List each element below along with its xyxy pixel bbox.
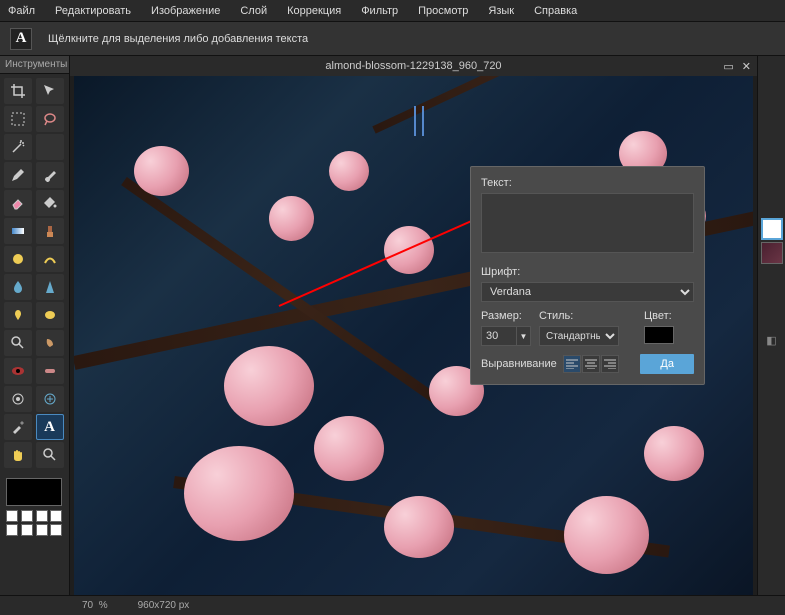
- menu-edit[interactable]: Редактировать: [55, 5, 131, 17]
- size-input[interactable]: [481, 326, 517, 346]
- ok-button[interactable]: Да: [640, 354, 694, 374]
- marquee-tool[interactable]: [4, 106, 32, 132]
- text-tool-glyph: A: [16, 30, 27, 47]
- style-field-label: Стиль:: [539, 310, 636, 322]
- size-field-label: Размер:: [481, 310, 531, 322]
- zoom-unit: %: [99, 600, 108, 611]
- foreground-color[interactable]: [6, 478, 62, 506]
- canvas-titlebar: almond-blossom-1229138_960_720 ▭ ✕: [70, 56, 757, 76]
- smudge-tool[interactable]: [4, 302, 32, 328]
- bloat-tool[interactable]: [4, 386, 32, 412]
- active-tool-indicator: A: [10, 28, 32, 50]
- move-tool[interactable]: [36, 78, 64, 104]
- menubar: Файл Редактировать Изображение Слой Корр…: [0, 0, 785, 22]
- color-field-label: Цвет:: [644, 310, 694, 322]
- pinch-tool[interactable]: [36, 386, 64, 412]
- pencil-tool[interactable]: [4, 162, 32, 188]
- layer-thumbnail-text[interactable]: [761, 218, 783, 240]
- dodge-tool[interactable]: [4, 330, 32, 356]
- burn-tool[interactable]: [36, 330, 64, 356]
- swatch-preset[interactable]: [21, 524, 33, 536]
- sharpen-tool[interactable]: [36, 274, 64, 300]
- wand-tool[interactable]: [4, 134, 32, 160]
- eraser-tool[interactable]: [4, 190, 32, 216]
- menu-layer[interactable]: Слой: [240, 5, 267, 17]
- layer-thumbnail-image[interactable]: [761, 242, 783, 264]
- image-dimensions: 960x720 px: [138, 600, 190, 611]
- close-icon[interactable]: ✕: [742, 60, 751, 73]
- lasso-tool[interactable]: [36, 106, 64, 132]
- drawing-tool[interactable]: [36, 246, 64, 272]
- text-input[interactable]: [481, 193, 694, 253]
- statusbar: 70 % 960x720 px: [0, 595, 785, 615]
- menu-file[interactable]: Файл: [8, 5, 35, 17]
- swatch-preset[interactable]: [50, 524, 62, 536]
- align-left-button[interactable]: [563, 355, 581, 373]
- text-tool[interactable]: A: [36, 414, 64, 440]
- align-field-label: Выравнивание: [481, 358, 557, 370]
- menu-filter[interactable]: Фильтр: [361, 5, 398, 17]
- menu-help[interactable]: Справка: [534, 5, 577, 17]
- main-area: Инструменты A: [0, 56, 785, 595]
- text-properties-dialog: Текст: Шрифт: Verdana Размер: ▼: [470, 166, 705, 385]
- swatch-preset[interactable]: [50, 510, 62, 522]
- document-title: almond-blossom-1229138_960_720: [325, 60, 501, 72]
- tool-hint: Щёлкните для выделения либо добавления т…: [48, 33, 308, 45]
- tools-panel-title: Инструменты: [0, 56, 69, 74]
- brush-tool[interactable]: [36, 162, 64, 188]
- tools-panel: Инструменты A: [0, 56, 70, 595]
- font-field-label: Шрифт:: [481, 266, 694, 278]
- swatch-preset[interactable]: [36, 510, 48, 522]
- tool-options-bar: A Щёлкните для выделения либо добавления…: [0, 22, 785, 56]
- maximize-icon[interactable]: ▭: [723, 60, 733, 73]
- menu-adjust[interactable]: Коррекция: [287, 5, 341, 17]
- canvas-area: almond-blossom-1229138_960_720 ▭ ✕: [70, 56, 757, 595]
- align-center-button[interactable]: [582, 355, 600, 373]
- color-picker[interactable]: [644, 326, 674, 344]
- menu-image[interactable]: Изображение: [151, 5, 220, 17]
- menu-lang[interactable]: Язык: [488, 5, 514, 17]
- bucket-tool[interactable]: [36, 190, 64, 216]
- zoom-tool[interactable]: [36, 442, 64, 468]
- swatch-preset[interactable]: [6, 524, 18, 536]
- hand-tool[interactable]: [4, 442, 32, 468]
- color-replace-tool[interactable]: [4, 246, 32, 272]
- swatch-preset[interactable]: [6, 510, 18, 522]
- clone-tool[interactable]: [36, 218, 64, 244]
- size-dropdown-button[interactable]: ▼: [517, 326, 531, 346]
- blur-tool[interactable]: [4, 274, 32, 300]
- style-select[interactable]: Стандартный: [539, 326, 619, 346]
- menu-view[interactable]: Просмотр: [418, 5, 468, 17]
- redeye-tool[interactable]: [4, 358, 32, 384]
- color-swatches: [0, 472, 69, 542]
- crop-tool[interactable]: [4, 78, 32, 104]
- text-field-label: Текст:: [481, 177, 694, 189]
- empty-tool-1: [36, 134, 64, 160]
- zoom-value: 70: [82, 600, 93, 611]
- align-right-button[interactable]: [601, 355, 619, 373]
- font-select[interactable]: Verdana: [481, 282, 694, 302]
- swatch-preset[interactable]: [36, 524, 48, 536]
- swatch-preset[interactable]: [21, 510, 33, 522]
- right-panel: ◧: [757, 56, 785, 595]
- panel-toggle-icon[interactable]: ◧: [761, 330, 783, 350]
- spot-heal-tool[interactable]: [36, 358, 64, 384]
- gradient-tool[interactable]: [4, 218, 32, 244]
- canvas-viewport[interactable]: Текст: Шрифт: Verdana Размер: ▼: [74, 76, 753, 595]
- tools-grid: A: [0, 74, 69, 472]
- picker-tool[interactable]: [4, 414, 32, 440]
- sponge-tool[interactable]: [36, 302, 64, 328]
- text-insertion-cursor: [414, 106, 416, 136]
